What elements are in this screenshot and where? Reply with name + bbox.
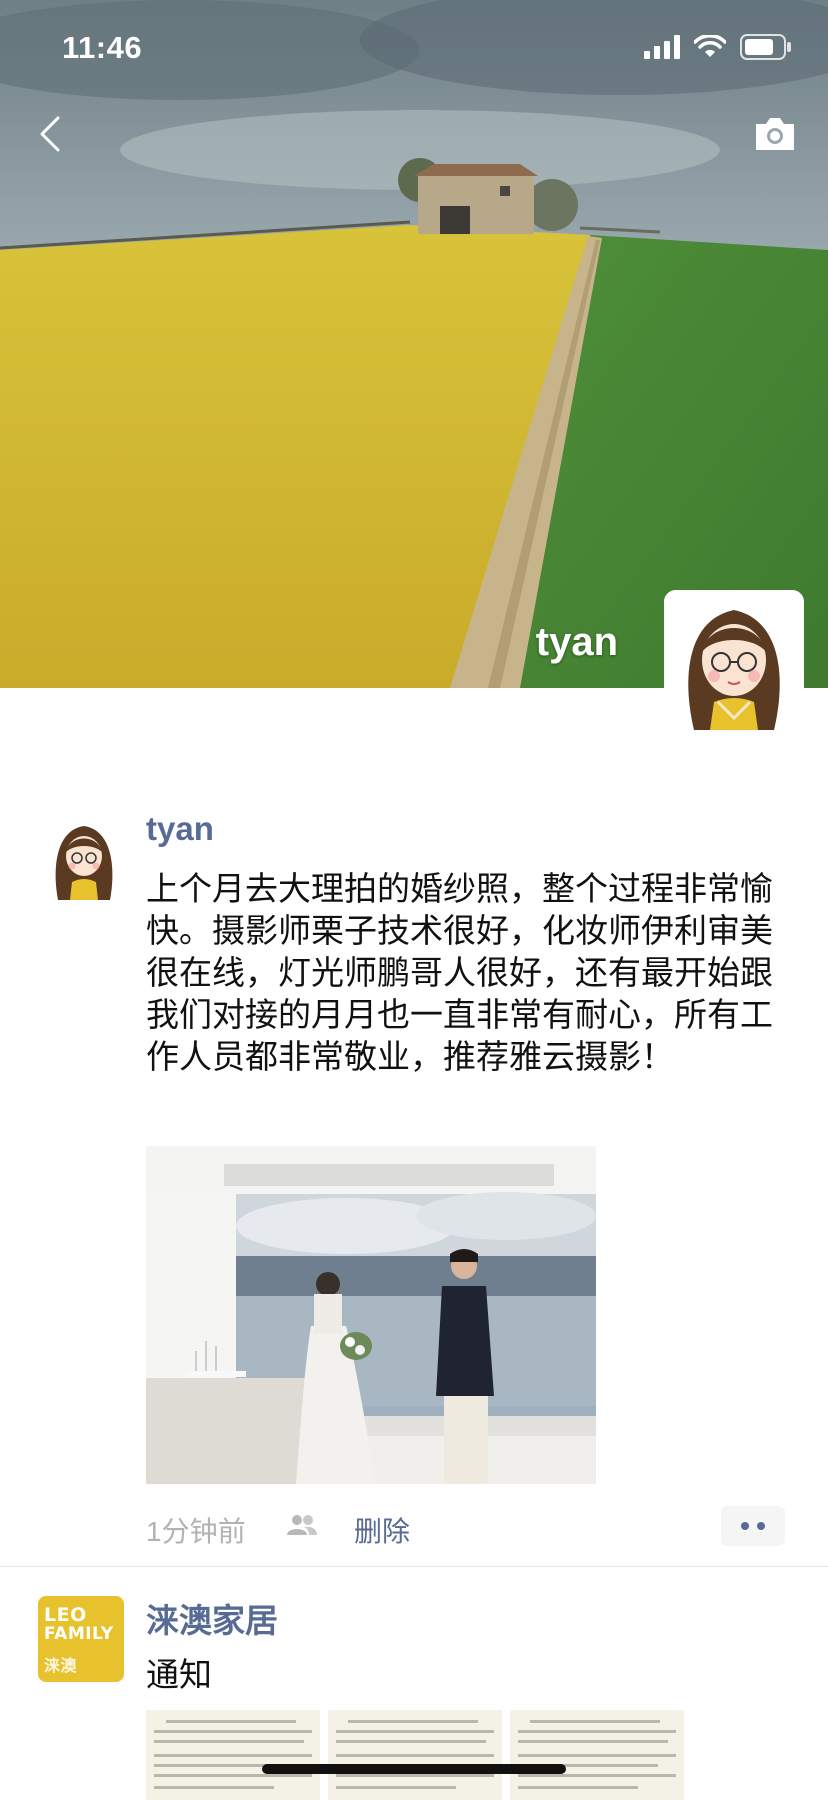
chevron-left-icon: [40, 116, 60, 152]
more-dot: [757, 1522, 765, 1530]
more-dot: [741, 1522, 749, 1530]
battery-icon: [740, 34, 791, 60]
post-author-name[interactable]: tyan: [146, 810, 214, 848]
back-button[interactable]: [30, 112, 74, 156]
more-actions-button[interactable]: [721, 1506, 785, 1546]
post-divider: [0, 1566, 828, 1567]
notice-image[interactable]: [510, 1710, 684, 1800]
post-meta-row: 1分钟前 删除: [146, 1506, 786, 1550]
cover-user-name: tyan: [535, 620, 618, 664]
brand-avatar[interactable]: LEO FAMILY 涞澳: [38, 1596, 124, 1682]
status-icons: [644, 34, 792, 60]
profile-avatar[interactable]: [664, 590, 804, 730]
brand-logo-text: 涞澳: [44, 1656, 78, 1675]
home-indicator[interactable]: [262, 1764, 566, 1774]
post-timestamp: 1分钟前: [146, 1516, 246, 1547]
post-image-grid: [146, 1710, 684, 1800]
post-author-avatar[interactable]: [48, 818, 120, 900]
camera-button[interactable]: [752, 112, 798, 154]
wifi-icon: [694, 35, 726, 57]
brand-logo-text: LEO: [44, 1604, 87, 1626]
wedding-photo-image: [146, 1146, 596, 1484]
notice-image[interactable]: [328, 1710, 502, 1800]
status-time: 11:46: [62, 30, 143, 65]
post-author-name[interactable]: 涞澳家居: [146, 1594, 278, 1642]
camera-icon: [756, 118, 794, 150]
friends-visibility-icon: [287, 1515, 317, 1535]
cartoon-girl-avatar-image: [48, 818, 120, 900]
post-text: 通知: [146, 1656, 212, 1693]
notice-image[interactable]: [146, 1710, 320, 1800]
post-text: 上个月去大理拍的婚纱照，整个过程非常愉快。摄影师栗子技术很好，化妆师伊利审美很在…: [146, 869, 773, 1076]
status-bar: 11:46: [0, 0, 828, 96]
cartoon-girl-avatar-image: [664, 590, 804, 730]
post-photo[interactable]: [146, 1146, 596, 1484]
brand-logo-text: FAMILY: [44, 1624, 114, 1644]
cover-landscape-image: [0, 0, 828, 688]
delete-button[interactable]: 删除: [354, 1510, 410, 1550]
signal-icon: [644, 35, 680, 59]
cover-photo[interactable]: 11:46 tyan: [0, 0, 828, 688]
